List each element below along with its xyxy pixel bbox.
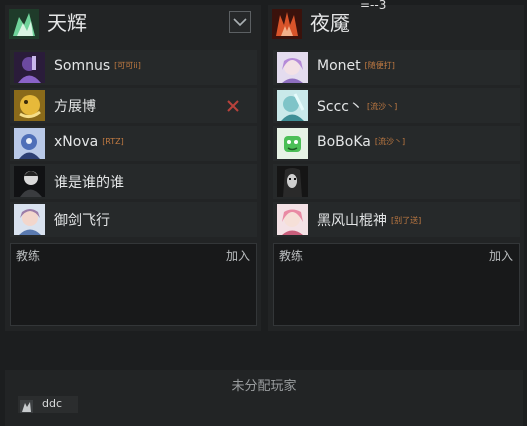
blue-hero-avatar-icon [14, 128, 45, 159]
player-tag: [可可ii] [114, 61, 141, 70]
remove-player-icon[interactable] [226, 98, 240, 117]
player-name: 御剑飞行 [54, 213, 110, 229]
chevron-down-icon [233, 18, 247, 27]
small-player-avatar-icon [20, 398, 33, 413]
player-name: Monet [317, 58, 361, 74]
player-name: Somnus [54, 58, 111, 74]
anime-girl-avatar-icon [14, 204, 45, 235]
player-slot[interactable]: Somnus [可可ii] [10, 50, 257, 85]
join-coach-button[interactable]: 加入 [226, 247, 250, 264]
purple-hero-avatar-icon [14, 52, 45, 83]
green-cartoon-avatar-icon [277, 128, 308, 159]
yellow-creature-avatar-icon [14, 90, 45, 121]
purple-hair-avatar-icon [277, 52, 308, 83]
player-tag: [流沙丶] [366, 102, 398, 111]
coach-label: 教练 [16, 249, 41, 263]
team-name: 夜魇 [310, 11, 350, 35]
unassigned-player-item[interactable]: ddc [18, 396, 78, 413]
player-slot[interactable]: xNova [RTZ] [10, 126, 257, 161]
player-slot[interactable]: Sccc丶 [流沙丶] [273, 88, 520, 123]
coach-slot[interactable]: 教练 加入 [273, 243, 520, 326]
coach-label: 教练 [279, 249, 304, 263]
player-tag: [别了送] [391, 216, 422, 225]
team-header: 天辉 [5, 5, 261, 41]
dark-figure-avatar-icon [14, 166, 45, 197]
team-header: 夜魇 =--3 [268, 0, 524, 41]
player-tag: [RTZ] [102, 137, 124, 146]
collapse-button[interactable] [229, 11, 251, 33]
team-panel-radiant: 天辉 Somnus [可可ii] 方展博 xNova [RTZ] 谁是谁的谁 御… [5, 5, 261, 331]
radiant-emblem-icon [9, 9, 39, 39]
score-overlay: =--3 [360, 0, 387, 12]
team-name: 天辉 [47, 11, 87, 35]
unassigned-title: 未分配玩家 [231, 379, 297, 394]
player-name: 方展博 [54, 99, 96, 115]
player-name: Sccc丶 [317, 99, 363, 115]
unassigned-players-panel: 未分配玩家 ddc [5, 370, 523, 426]
player-name: 黑风山棍神 [317, 213, 387, 229]
player-name: xNova [54, 134, 99, 150]
player-slot[interactable]: BoBoKa [流沙丶] [273, 126, 520, 161]
player-name: ddc [42, 397, 63, 410]
player-name: 谁是谁的谁 [54, 175, 124, 191]
player-tag: [随便打] [364, 61, 395, 70]
dark-portrait-avatar-icon [277, 166, 308, 197]
team-panel-dire: 夜魇 =--3 Monet [随便打] Sccc丶 [流沙丶] BoBoKa [流沙丶… [268, 0, 524, 331]
player-name: BoBoKa [317, 134, 371, 150]
player-slot[interactable]: 御剑飞行 [10, 202, 257, 237]
player-tag: [流沙丶] [374, 137, 406, 146]
player-slot[interactable] [273, 164, 520, 199]
pink-hair-avatar-icon [277, 204, 308, 235]
player-slot[interactable]: Monet [随便打] [273, 50, 520, 85]
coach-slot[interactable]: 教练 加入 [10, 243, 257, 326]
cyan-avatar-icon [277, 90, 308, 121]
join-coach-button[interactable]: 加入 [489, 247, 513, 264]
player-slot[interactable]: 黑风山棍神 [别了送] [273, 202, 520, 237]
player-slot[interactable]: 方展博 [10, 88, 257, 123]
player-slot[interactable]: 谁是谁的谁 [10, 164, 257, 199]
dire-emblem-icon [272, 9, 302, 39]
